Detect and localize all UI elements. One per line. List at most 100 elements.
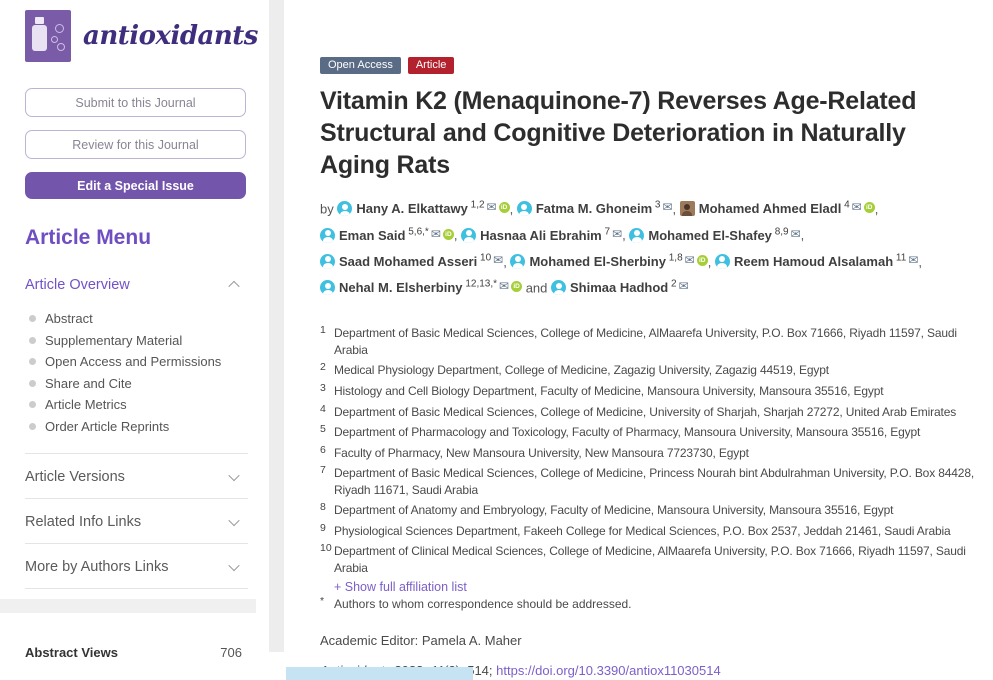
section-header-related-info-links[interactable]: Related Info Links xyxy=(25,499,248,543)
email-icon[interactable]: ✉ xyxy=(493,253,503,267)
bottle-icon xyxy=(32,25,47,51)
email-icon[interactable]: ✉ xyxy=(487,200,497,214)
section-header-article-versions[interactable]: Article Versions xyxy=(25,454,248,498)
author-name-link[interactable]: Fatma M. Ghoneim xyxy=(536,201,652,216)
berry-icon xyxy=(57,43,65,51)
menu-item-article-metrics[interactable]: Article Metrics xyxy=(29,394,248,416)
correspondence-text: Authors to whom correspondence should be… xyxy=(334,597,632,611)
author-avatar-icon xyxy=(461,228,476,243)
author-name-link[interactable]: Eman Said xyxy=(339,228,405,243)
section-article-versions: Article Versions xyxy=(25,454,248,499)
author-avatar-icon xyxy=(629,228,644,243)
author-affiliation-sup: 4 xyxy=(841,200,849,211)
badge-row: Open Access Article xyxy=(320,57,992,74)
abstract-views-count: 706 xyxy=(220,645,242,660)
orcid-icon[interactable]: iD xyxy=(499,202,510,213)
section-more-by-authors-links: More by Authors Links xyxy=(25,544,248,589)
open-access-badge[interactable]: Open Access xyxy=(320,57,401,74)
email-icon[interactable]: ✉ xyxy=(499,279,509,293)
author-affiliation-sup: 10 xyxy=(477,253,491,264)
sidebar: antioxidants Submit to this Journal Revie… xyxy=(0,0,256,660)
affiliation-6: 6Faculty of Pharmacy, New Mansoura Unive… xyxy=(320,445,992,462)
author-name-link[interactable]: Hasnaa Ali Ebrahim xyxy=(480,228,602,243)
author-name-link[interactable]: Saad Mohamed Asseri xyxy=(339,254,477,269)
author-name-link[interactable]: Mohamed El-Shafey xyxy=(648,228,772,243)
author-affiliation-sup: 11 xyxy=(893,253,906,264)
bottle-icon xyxy=(35,17,44,24)
author-avatar-icon xyxy=(510,254,525,269)
email-icon[interactable]: ✉ xyxy=(662,200,672,214)
column-gutter xyxy=(269,0,284,652)
academic-editor: Academic Editor: Pamela A. Maher xyxy=(320,633,992,648)
author-avatar-icon xyxy=(715,254,730,269)
section-related-info-links: Related Info Links xyxy=(25,499,248,544)
author-name-link[interactable]: Mohamed Ahmed Eladl xyxy=(699,201,842,216)
menu-item-abstract[interactable]: Abstract xyxy=(29,308,248,330)
email-icon[interactable]: ✉ xyxy=(679,279,689,293)
author-name-link[interactable]: Shimaa Hadhod xyxy=(570,280,668,295)
author-name-link[interactable]: Hany A. Elkattawy xyxy=(356,201,468,216)
doi-link[interactable]: https://doi.org/10.3390/antiox11030514 xyxy=(496,663,721,678)
author-saad-mohamed-asseri: Saad Mohamed Asseri 10✉ xyxy=(320,254,503,269)
bullet-icon xyxy=(29,337,36,344)
author-affiliation-sup: 7 xyxy=(602,226,610,237)
article-badge[interactable]: Article xyxy=(408,57,455,74)
author-separator: , xyxy=(673,201,680,216)
affiliation-text: Faculty of Pharmacy, New Mansoura Univer… xyxy=(334,445,749,462)
bullet-icon xyxy=(29,401,36,408)
orcid-icon[interactable]: iD xyxy=(864,202,875,213)
email-icon[interactable]: ✉ xyxy=(612,227,622,241)
by-label: by xyxy=(320,201,337,216)
menu-item-label: Supplementary Material xyxy=(45,330,182,352)
author-name-link[interactable]: Mohamed El-Sherbiny xyxy=(529,254,666,269)
author-name-link[interactable]: Reem Hamoud Alsalamah xyxy=(734,254,893,269)
email-icon[interactable]: ✉ xyxy=(852,200,862,214)
affiliation-9: 9Physiological Sciences Department, Fake… xyxy=(320,523,992,540)
author-separator: , xyxy=(875,201,879,216)
journal-name: antioxidants xyxy=(83,21,258,51)
affiliation-text: Department of Basic Medical Sciences, Co… xyxy=(334,404,956,421)
affiliation-number: 1 xyxy=(320,324,334,357)
menu-item-order-article-reprints[interactable]: Order Article Reprints xyxy=(29,416,248,438)
affiliation-list: 1 Department of Basic Medical Sciences, C… xyxy=(320,325,992,576)
author-name-link[interactable]: Nehal M. Elsherbiny xyxy=(339,280,463,295)
orcid-icon[interactable]: iD xyxy=(511,281,522,292)
sidebar-buttons: Submit to this Journal Review for this Jo… xyxy=(25,88,248,199)
submit-to-this-journal-button[interactable]: Submit to this Journal xyxy=(25,88,246,117)
edit-a-special-issue-button[interactable]: Edit a Special Issue xyxy=(25,172,246,199)
author-separator: , xyxy=(708,254,715,269)
section-header-article-overview[interactable]: Article Overview xyxy=(25,262,248,306)
menu-item-label: Abstract xyxy=(45,308,93,330)
show-full-affiliation-link[interactable]: + Show full affiliation list xyxy=(334,580,992,594)
orcid-icon[interactable]: iD xyxy=(697,255,708,266)
section-label: More by Authors Links xyxy=(25,559,168,575)
correspondence-note: * Authors to whom correspondence should … xyxy=(320,597,992,611)
section-article-overview: Article OverviewAbstractSupplementary Ma… xyxy=(25,262,248,454)
author-avatar-icon xyxy=(320,254,335,269)
menu-list: AbstractSupplementary MaterialOpen Acces… xyxy=(25,306,248,453)
affiliation-number: 5 xyxy=(320,423,334,440)
article-page: antioxidants Submit to this Journal Revie… xyxy=(0,0,993,680)
menu-item-supplementary-material[interactable]: Supplementary Material xyxy=(29,330,248,352)
email-icon[interactable]: ✉ xyxy=(791,227,801,241)
affiliation-number: 6 xyxy=(320,444,334,461)
affiliation-2: 2Medical Physiology Department, College … xyxy=(320,362,992,379)
affiliation-7: 7Department of Basic Medical Sciences, C… xyxy=(320,465,992,498)
orcid-icon[interactable]: iD xyxy=(443,229,454,240)
email-icon[interactable]: ✉ xyxy=(908,253,918,267)
menu-item-share-and-cite[interactable]: Share and Cite xyxy=(29,373,248,395)
email-icon[interactable]: ✉ xyxy=(431,227,441,241)
section-header-more-by-authors-links[interactable]: More by Authors Links xyxy=(25,544,248,588)
menu-item-open-access-and-permissions[interactable]: Open Access and Permissions xyxy=(29,351,248,373)
author-shimaa-hadhod: Shimaa Hadhod 2✉ xyxy=(551,280,689,295)
affiliation-number: 9 xyxy=(320,522,334,539)
author-avatar-icon xyxy=(337,201,352,216)
author-separator: and xyxy=(522,280,551,295)
review-for-this-journal-button[interactable]: Review for this Journal xyxy=(25,130,246,159)
sidebar-divider-band xyxy=(0,599,256,613)
author-nehal-m-elsherbiny: Nehal M. Elsherbiny 12,13,*✉iD xyxy=(320,280,522,295)
email-icon[interactable]: ✉ xyxy=(685,253,695,267)
affiliation-3: 3Histology and Cell Biology Department, … xyxy=(320,383,992,400)
journal-logo[interactable]: antioxidants xyxy=(25,8,248,64)
abstract-views-row: Abstract Views 706 xyxy=(25,645,248,660)
